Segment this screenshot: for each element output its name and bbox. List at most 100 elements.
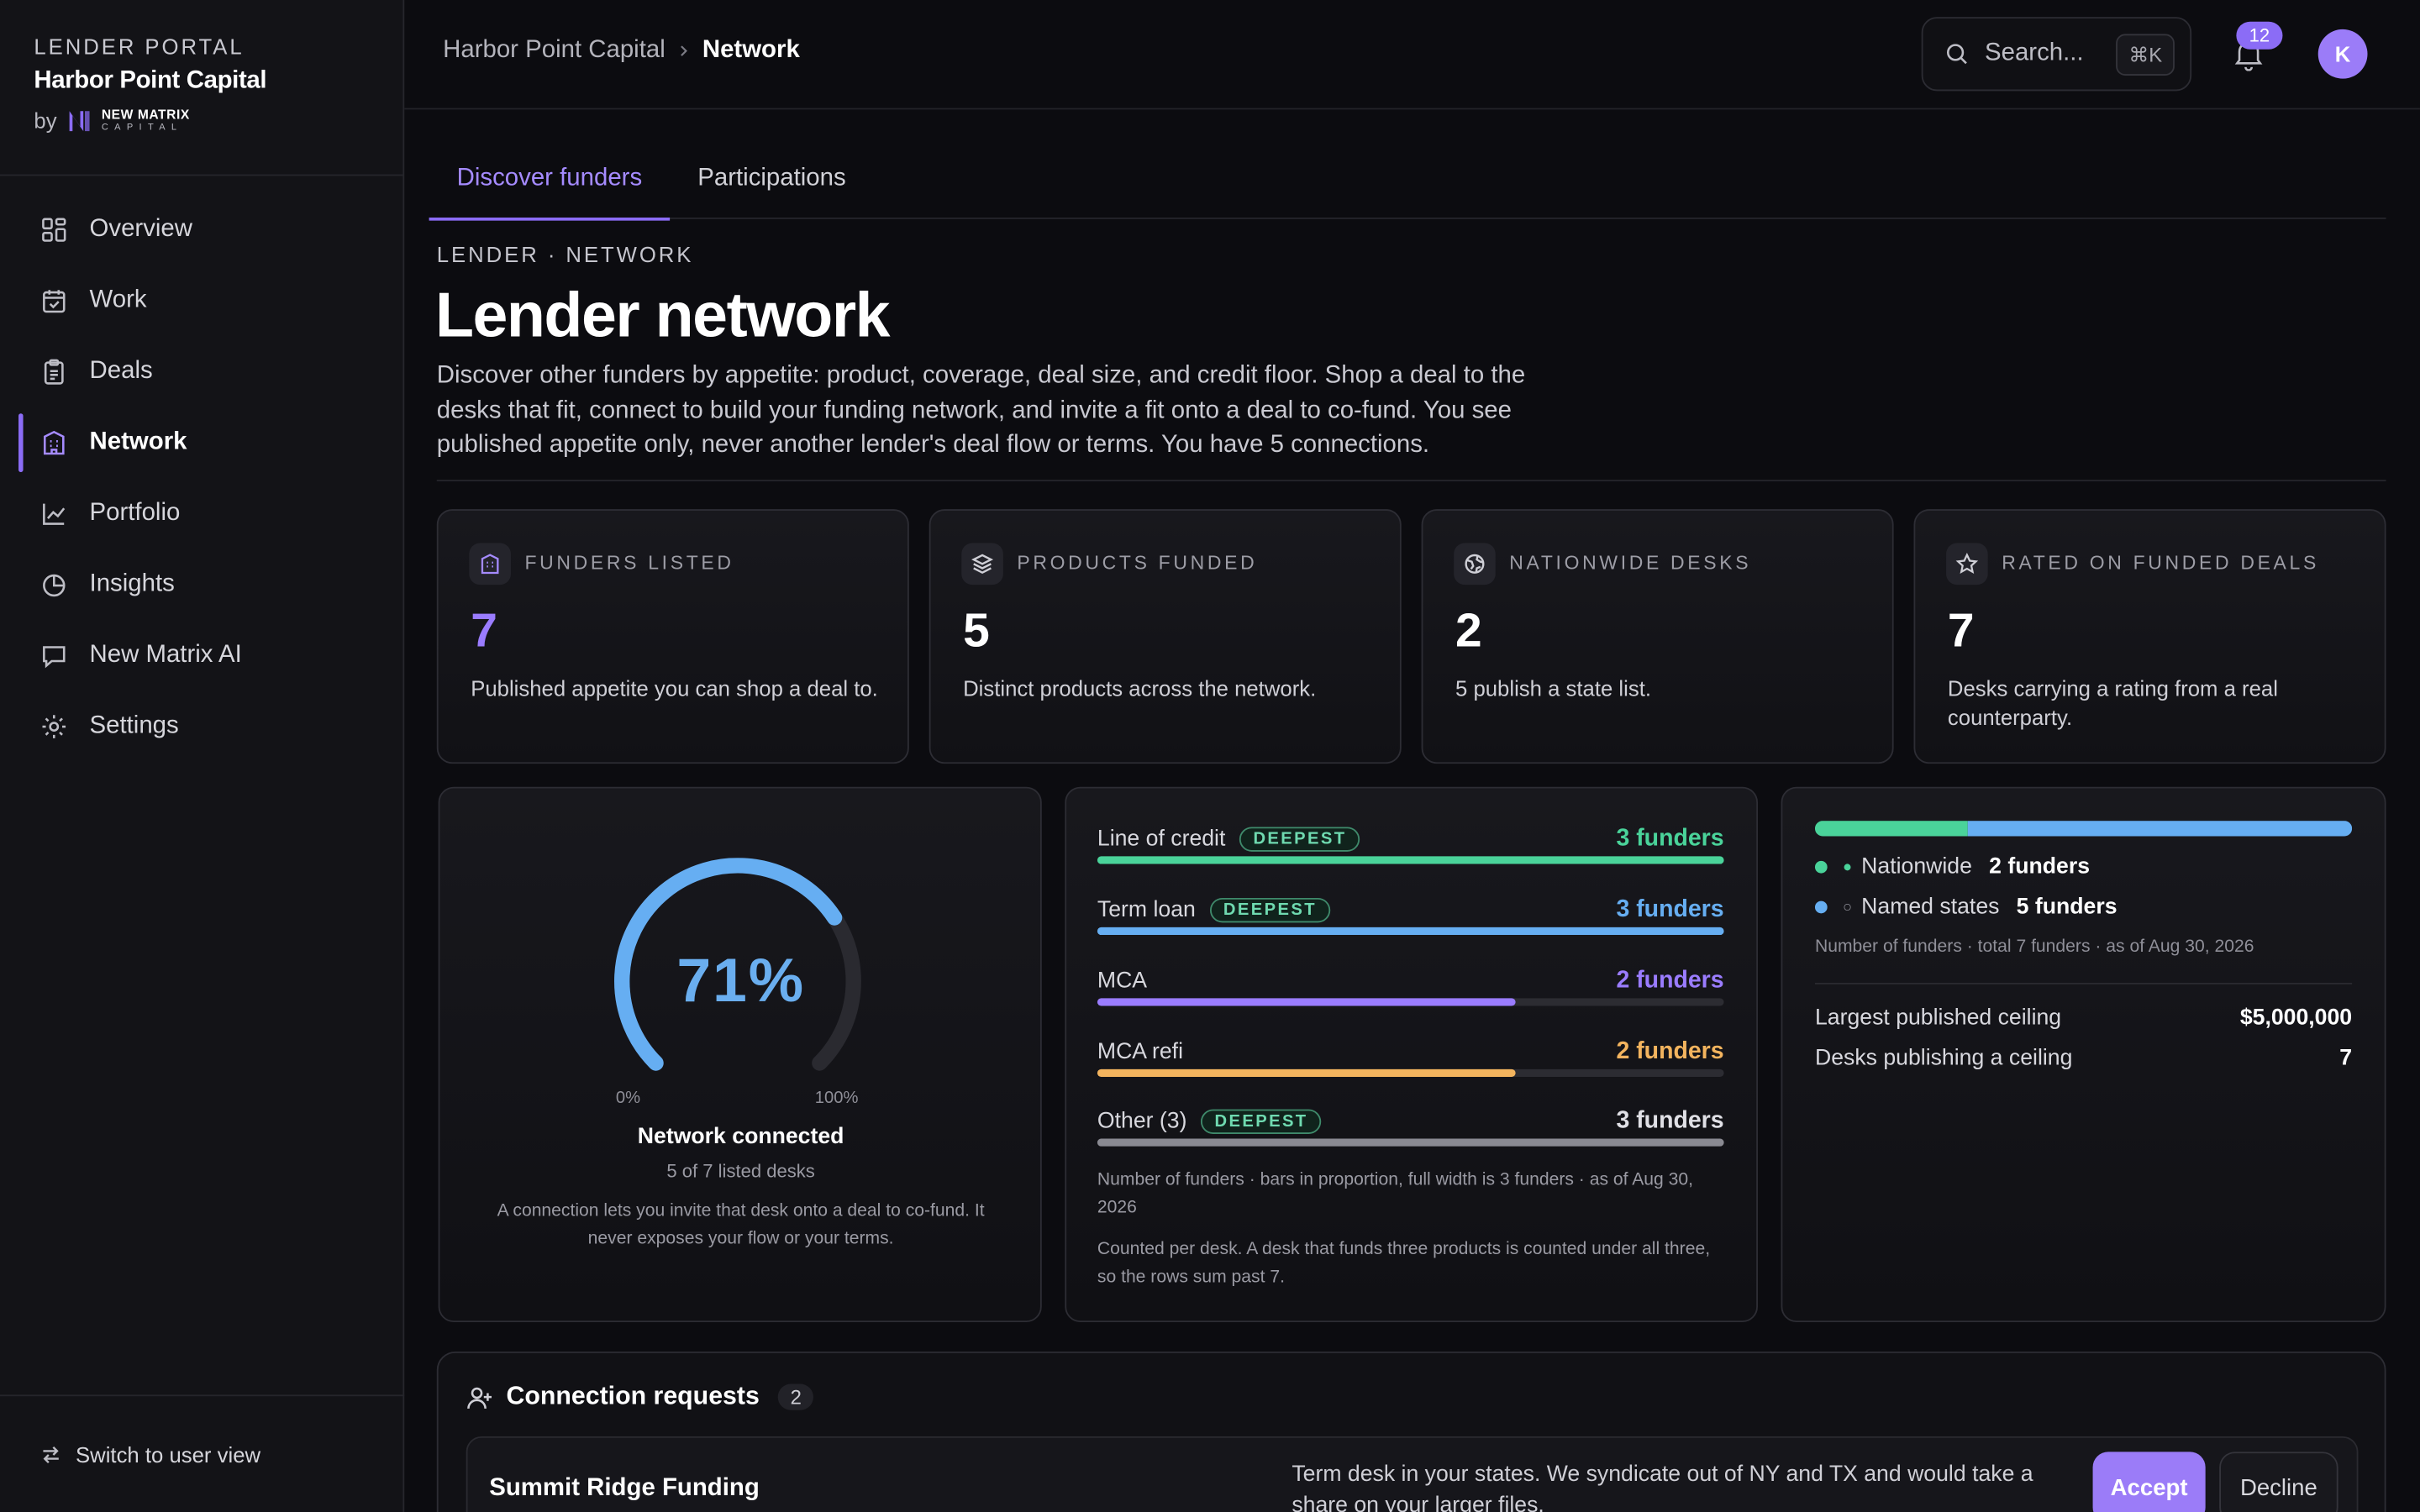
product-bar-fill — [1097, 927, 1724, 936]
gauge-title: Network connected — [637, 1124, 844, 1150]
active-indicator — [18, 413, 24, 473]
product-label: MCA — [1097, 969, 1148, 994]
gauge-note: A connection lets you invite that desk o… — [497, 1201, 985, 1248]
stat-sub: Distinct products across the network. — [963, 675, 1317, 701]
stat-card-funders-listed: FUNDERS LISTED 7 Published appetite you … — [436, 509, 909, 764]
message-icon — [43, 646, 66, 669]
network-connected-panel: 71% 0% 100% Network connected 5 of 7 lis… — [438, 786, 1042, 1323]
legend-nationwide: ● Nationwide 2 funders — [1814, 854, 2090, 879]
stat-value: 2 — [1455, 603, 1482, 658]
divider — [436, 480, 2386, 482]
gauge-max-label: 100% — [814, 1089, 859, 1108]
product-bar-track — [1097, 1138, 1724, 1147]
layers-icon — [961, 543, 1003, 585]
product-label: Term loan — [1097, 897, 1196, 923]
tab-discover-funders[interactable]: Discover funders — [429, 137, 671, 221]
gauge-sub: 5 of 7 listed desks — [666, 1160, 815, 1182]
by-label: by — [34, 108, 57, 133]
sidebar-item-portfolio[interactable]: Portfolio — [0, 478, 402, 549]
legend-label: Named states — [1861, 895, 2000, 920]
logo-line2: CAPITAL — [101, 123, 183, 133]
sidebar-item-deals[interactable]: Deals — [0, 336, 402, 407]
logo-line1: NEW MATRIX — [101, 107, 190, 123]
products-note-2: Counted per desk. A desk that funds thre… — [1097, 1240, 1711, 1287]
request-message: Term desk in your states. We syndicate o… — [1292, 1462, 2033, 1512]
clipboard-icon — [44, 359, 64, 385]
product-bar-fill — [1097, 1138, 1724, 1147]
requests-count: 2 — [777, 1383, 814, 1410]
user-plus-icon — [467, 1386, 492, 1409]
sidebar-item-label: Insights — [89, 570, 175, 597]
product-label: MCA refi — [1097, 1039, 1184, 1065]
search-icon — [1946, 44, 1967, 65]
product-count: 3 funders — [1616, 825, 1724, 852]
sidebar-item-network[interactable]: Network — [0, 407, 402, 478]
sidebar-nav: Overview Work Deals Network Portfolio In… — [0, 176, 402, 762]
new-matrix-logo: NEW MATRIX CAPITAL — [67, 108, 189, 132]
stat-card-rated-on-funded-deals: RATED ON FUNDED DEALS 7 Desks carrying a… — [1913, 509, 2386, 764]
main-content: Discover funders Participations LENDER ·… — [404, 109, 2420, 1512]
kv-value: $5,000,000 — [2239, 1005, 2353, 1031]
connection-requests-panel: Connection requests 2 Summit Ridge Fundi… — [436, 1351, 2386, 1512]
product-row: MCA refi 2 funders — [1097, 1038, 1724, 1095]
portal-eyebrow: LENDER PORTAL — [34, 34, 245, 59]
n-logo-icon — [69, 110, 90, 131]
grid-icon — [42, 218, 66, 242]
kv-largest-ceiling: Largest published ceiling $5,000,000 — [1815, 1006, 2352, 1031]
avatar[interactable]: K — [2317, 29, 2368, 79]
product-count: 2 funders — [1616, 1038, 1724, 1065]
product-bar-fill — [1097, 856, 1724, 864]
globe-icon — [1454, 543, 1496, 585]
product-bar-fill — [1097, 998, 1516, 1006]
page-description: Discover other funders by appetite: prod… — [436, 362, 1526, 459]
sidebar-item-label: Deals — [89, 358, 153, 385]
legend-label: Nationwide — [1861, 854, 1972, 879]
sidebar-item-label: Work — [89, 286, 147, 313]
product-count: 3 funders — [1616, 896, 1724, 923]
deepest-pill: DEEPEST — [1209, 897, 1331, 923]
building-icon — [469, 543, 511, 585]
product-label: Other (3) — [1097, 1109, 1187, 1134]
switch-to-user-view[interactable]: Switch to user view — [0, 1394, 405, 1512]
product-bar-track — [1097, 856, 1724, 864]
coverage-note: Number of funders · total 7 funders · as… — [1814, 937, 2254, 957]
sidebar-item-label: Overview — [89, 216, 193, 243]
product-row: Other (3) DEEPEST 3 funders — [1097, 1107, 1724, 1165]
stat-label: NATIONWIDE DESKS — [1509, 552, 1752, 575]
request-name: Summit Ridge Funding — [489, 1474, 760, 1502]
switch-label: Switch to user view — [75, 1441, 261, 1467]
stat-label: PRODUCTS FUNDED — [1017, 552, 1258, 575]
sidebar-item-label: Network — [89, 428, 187, 455]
kv-desks-ceiling: Desks publishing a ceiling 7 — [1815, 1046, 2352, 1070]
tab-participations[interactable]: Participations — [670, 137, 874, 218]
product-count: 3 funders — [1616, 1107, 1724, 1134]
breadcrumb-org[interactable]: Harbor Point Capital — [443, 37, 666, 65]
products-panel: Line of credit DEEPEST 3 funders Term loa… — [1065, 786, 1759, 1323]
page-title: Lender network — [434, 279, 891, 350]
deepest-pill: DEEPEST — [1200, 1109, 1323, 1134]
sidebar-item-new-matrix-ai[interactable]: New Matrix AI — [0, 620, 402, 690]
stat-card-products-funded: PRODUCTS FUNDED 5 Distinct products acro… — [929, 509, 1402, 764]
chevron-right-icon — [681, 45, 688, 56]
gear-icon — [42, 715, 66, 738]
search-input[interactable]: Search... ⌘K — [1921, 17, 2192, 92]
legend-named-states: ○ Named states 5 funders — [1814, 895, 2118, 920]
sidebar-item-overview[interactable]: Overview — [0, 194, 402, 265]
calendar-check-icon — [43, 290, 66, 313]
stat-sub: 5 publish a state list. — [1455, 675, 1652, 701]
sidebar-item-work[interactable]: Work — [0, 265, 402, 336]
decline-button[interactable]: Decline — [2219, 1452, 2338, 1512]
sidebar-item-insights[interactable]: Insights — [0, 549, 402, 620]
legend-value: 5 funders — [2016, 895, 2118, 920]
accept-button[interactable]: Accept — [2092, 1452, 2206, 1512]
products-note: Number of funders · bars in proportion, … — [1097, 1171, 1694, 1218]
product-bar-fill — [1097, 1068, 1516, 1078]
legend-dot — [1814, 860, 1828, 874]
star-icon — [1946, 543, 1988, 585]
stat-sub: Desks carrying a rating from a real coun… — [1947, 675, 2278, 730]
sidebar-item-settings[interactable]: Settings — [0, 691, 402, 762]
product-row: MCA 2 funders — [1097, 968, 1724, 1024]
topbar: Harbor Point Capital Network Search... ⌘… — [404, 0, 2420, 110]
product-bar-track — [1097, 998, 1724, 1006]
coverage-segment-nationwide — [1814, 821, 1969, 837]
